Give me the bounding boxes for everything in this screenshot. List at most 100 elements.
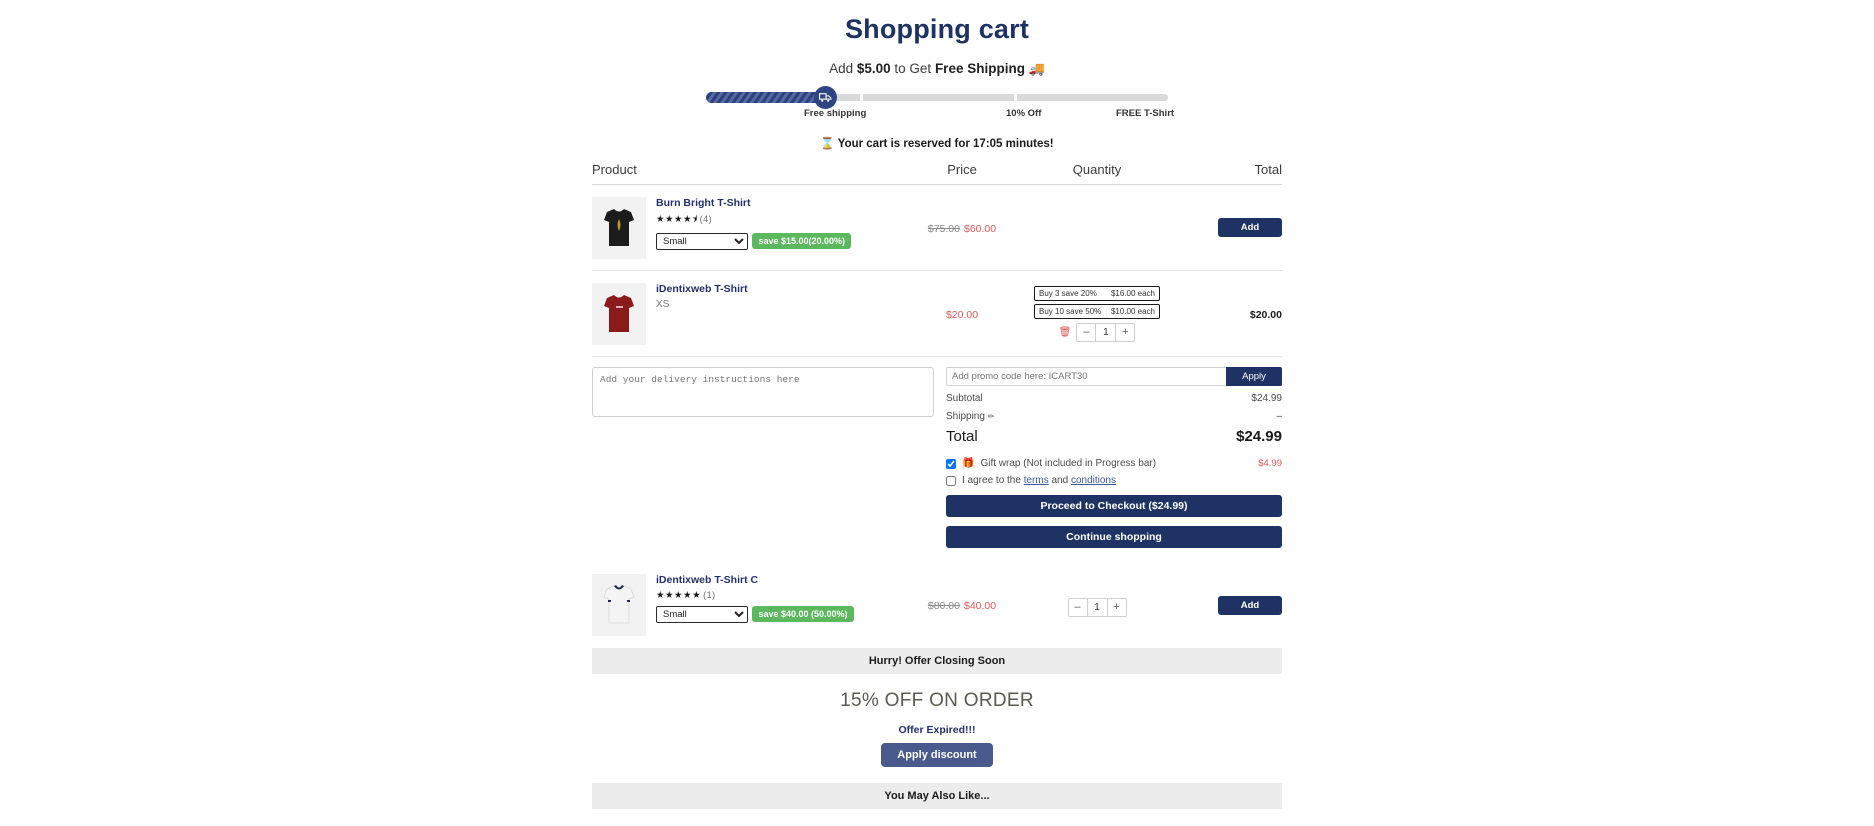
savings-badge: save $40.00 (50.00%) <box>752 605 854 622</box>
product-name[interactable]: iDentixweb T-Shirt C <box>656 574 854 588</box>
tier-each-price: $10.00 each <box>1110 306 1155 316</box>
table-row: iDentixweb T-Shirt XS $20.00 Buy 3 save … <box>592 271 1282 357</box>
total-cell: Add <box>1172 595 1282 615</box>
pencil-icon[interactable]: ✏ <box>988 412 995 421</box>
progress-knob-truck-icon <box>814 86 837 109</box>
offer-closing-strip: Hurry! Offer Closing Soon <box>592 648 1282 674</box>
cart-items-table: Product Price Quantity Total Burn Bright… <box>592 162 1282 357</box>
total-row: Total $24.99 <box>946 428 1282 445</box>
conditions-link[interactable]: conditions <box>1071 475 1116 486</box>
promo-code-input[interactable] <box>946 367 1226 386</box>
subtotal-label: Subtotal <box>946 393 983 404</box>
apply-discount-button[interactable]: Apply discount <box>881 743 993 767</box>
quantity-decrease-button[interactable]: – <box>1077 323 1096 341</box>
rating-count: (4) <box>699 214 713 225</box>
cart-reservation-notice: ⌛ Your cart is reserved for 17:05 minute… <box>0 136 1874 150</box>
price-value: $20.00 <box>945 308 979 321</box>
price-cell: $20.00 <box>902 305 1022 323</box>
quantity-cell: – 1 + <box>1022 594 1172 617</box>
price-original: $80.00 <box>927 600 960 612</box>
savings-badge: save $15.00(20.00%) <box>752 233 852 250</box>
tier-offer[interactable]: Buy 10 save 50% $10.00 each <box>1034 303 1160 319</box>
product-image-identixweb-tshirt[interactable] <box>592 282 646 345</box>
terms-checkbox[interactable] <box>946 475 956 486</box>
gift-wrap-price: $4.99 <box>1258 458 1282 469</box>
tier-offer[interactable]: Buy 3 save 20% $16.00 each <box>1034 285 1160 301</box>
shipping-progress-section: Add $5.00 to Get Free Shipping 🚚 Free sh… <box>0 61 1874 122</box>
add-button[interactable]: Add <box>1218 218 1282 237</box>
quantity-controls: 🗑 – 1 + <box>1022 322 1172 342</box>
progress-fill <box>706 92 830 103</box>
quantity-increase-button[interactable]: + <box>1107 598 1126 616</box>
shipping-label-group: Shipping ✏ <box>946 411 994 422</box>
msg-mid: to Get <box>890 61 935 76</box>
msg-amount: $5.00 <box>856 61 891 76</box>
free-shipping-message: Add $5.00 to Get Free Shipping 🚚 <box>0 61 1874 77</box>
terms-mid: and <box>1048 475 1071 486</box>
milestone-free-tshirt: FREE T-Shirt <box>1116 108 1175 119</box>
terms-prefix: I agree to the <box>962 475 1024 486</box>
msg-goal: Free Shipping <box>934 61 1025 76</box>
milestone-free-shipping: Free shipping <box>804 108 867 119</box>
product-name[interactable]: Burn Bright T-Shirt <box>656 197 851 211</box>
subtotal-value: $24.99 <box>1251 393 1282 404</box>
terms-link[interactable]: terms <box>1024 475 1049 486</box>
price-cell: $75.00 $60.00 <box>902 219 1022 237</box>
upsell-item-table: iDentixweb T-Shirt C ★★★★★ (1) Small save… <box>592 562 1282 648</box>
price-original: $75.00 <box>927 222 960 235</box>
offer-expired-text: Offer Expired!!! <box>898 724 976 736</box>
promo-code-row: Apply <box>946 367 1282 386</box>
total-value: $24.99 <box>1236 428 1282 445</box>
stars-glyphs: ★★★★⯨ <box>656 214 698 226</box>
progress-bar[interactable]: Free shipping 10% Off FREE T-Shirt <box>706 86 1174 122</box>
gift-icon: 🎁 <box>962 458 975 469</box>
terms-text: I agree to the terms and conditions <box>962 475 1116 486</box>
tier-label: Buy 3 save 20% <box>1039 288 1097 298</box>
stars-glyphs: ★★★★★ <box>656 589 702 601</box>
size-select[interactable]: Small <box>656 233 748 251</box>
truck-emoji-icon: 🚚 <box>1028 61 1045 76</box>
quantity-decrease-button[interactable]: – <box>1068 598 1087 616</box>
milestone-ten-off: 10% Off <box>1006 108 1042 119</box>
shipping-value: – <box>1276 411 1282 422</box>
quantity-increase-button[interactable]: + <box>1116 323 1135 341</box>
quantity-stepper: – 1 + <box>1067 597 1127 617</box>
quantity-value[interactable]: 1 <box>1095 323 1117 341</box>
quantity-value[interactable]: 1 <box>1086 598 1108 616</box>
continue-shopping-button[interactable]: Continue shopping <box>946 526 1282 548</box>
quantity-controls: – 1 + <box>1022 597 1172 617</box>
table-row: Burn Bright T-Shirt ★★★★⯨ (4) Small save … <box>592 185 1282 271</box>
price-discounted: $40.00 <box>964 600 997 612</box>
gift-wrap-checkbox[interactable] <box>946 458 956 469</box>
page-title: Shopping cart <box>844 14 1030 44</box>
delivery-instructions-input[interactable] <box>592 367 934 417</box>
recommendations-strip: You May Also Like... <box>592 783 1282 809</box>
proceed-to-checkout-button[interactable]: Proceed to Checkout ($24.99) <box>946 495 1282 517</box>
terms-row: I agree to the terms and conditions <box>946 475 1282 486</box>
gift-wrap-row: 🎁 Gift wrap (Not included in Progress ba… <box>946 458 1282 469</box>
quantity-cell: Buy 3 save 20% $16.00 each Buy 10 save 5… <box>1022 285 1172 342</box>
add-button[interactable]: Add <box>1218 595 1282 615</box>
product-variant: XS <box>656 299 670 311</box>
header-price: Price <box>947 162 977 177</box>
product-image-identixweb-tshirt-c[interactable] <box>592 574 646 636</box>
trash-icon[interactable]: 🗑 <box>1059 327 1072 338</box>
hourglass-icon: ⌛ <box>820 138 835 150</box>
price-discounted: $60.00 <box>964 222 997 235</box>
cart-summary-section: Apply Subtotal $24.99 Shipping ✏ – Total… <box>592 367 1282 548</box>
product-name[interactable]: iDentixweb T-Shirt <box>656 283 748 297</box>
rating-stars: ★★★★⯨ (4) <box>656 212 851 228</box>
volume-discount-tiers: Buy 3 save 20% $16.00 each Buy 10 save 5… <box>1022 285 1172 319</box>
total-label: Total <box>946 428 978 445</box>
product-image-burn-bright[interactable] <box>592 196 646 259</box>
total-cell: $20.00 <box>1172 305 1282 323</box>
reservation-text: Your cart is reserved for 17:05 minutes! <box>837 138 1054 150</box>
total-cell: Add <box>1172 218 1282 237</box>
rating-count: (1) <box>703 589 716 600</box>
quantity-stepper: – 1 + <box>1076 322 1136 342</box>
shipping-row: Shipping ✏ – <box>946 411 1282 422</box>
apply-promo-button[interactable]: Apply <box>1226 367 1282 386</box>
offer-headline: 15% OFF ON ORDER <box>840 690 1034 711</box>
size-select[interactable]: Small <box>656 605 748 623</box>
